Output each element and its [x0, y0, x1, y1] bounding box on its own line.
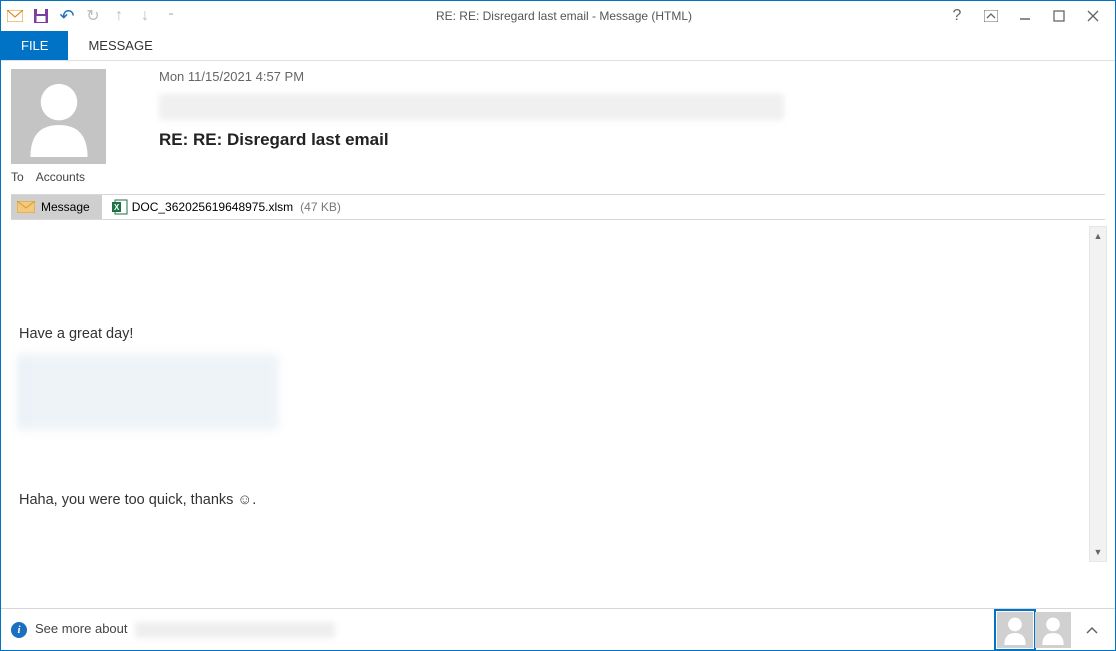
body-wrapper: Have a great day! Haha, you were too qui… [11, 226, 1107, 562]
contact-avatar-1[interactable] [997, 612, 1033, 648]
save-icon[interactable] [31, 6, 51, 26]
email-date: Mon 11/15/2021 4:57 PM [159, 69, 1105, 84]
people-pane-footer: i See more about [1, 608, 1115, 650]
people-pane-right [997, 612, 1105, 648]
quick-access-toolbar: ↶ ↻ ↑ ↓ ⁼ [5, 6, 181, 26]
message-body-tab[interactable]: Message [11, 195, 102, 219]
undo-icon[interactable]: ↶ [57, 6, 77, 26]
attachment-size: (47 KB) [300, 200, 341, 214]
to-value: Accounts [36, 170, 85, 184]
scroll-down-icon[interactable]: ▼ [1090, 543, 1106, 561]
contact-avatar-2[interactable] [1035, 612, 1071, 648]
signature-redacted [19, 354, 279, 430]
see-more-text: See more about [35, 621, 335, 638]
scroll-up-icon[interactable]: ▲ [1090, 227, 1106, 245]
expand-pane-icon[interactable] [1079, 612, 1105, 648]
arrow-up-icon: ↑ [109, 6, 129, 26]
attachment-bar: Message X DOC_362025619648975.xlsm (47 K… [11, 194, 1105, 220]
qat-customize-icon[interactable]: ⁼ [161, 6, 181, 26]
close-icon[interactable] [1083, 6, 1103, 26]
svg-text:X: X [114, 203, 120, 212]
title-bar: ↶ ↻ ↑ ↓ ⁼ RE: RE: Disregard last email -… [1, 1, 1115, 31]
maximize-icon[interactable] [1049, 6, 1069, 26]
attachment-item[interactable]: X DOC_362025619648975.xlsm (47 KB) [102, 195, 351, 219]
help-icon[interactable]: ? [947, 6, 967, 26]
sender-avatar [11, 69, 106, 164]
see-more-label: See more about [35, 621, 128, 636]
envelope-icon [17, 201, 35, 213]
body-text-line: Haha, you were too quick, thanks ☺. [19, 492, 1099, 508]
arrow-down-icon: ↓ [135, 6, 155, 26]
tab-file-label: FILE [21, 38, 48, 53]
tab-message[interactable]: MESSAGE [68, 31, 172, 60]
message-header: To Accounts Mon 11/15/2021 4:57 PM RE: R… [1, 61, 1115, 188]
redo-icon[interactable]: ↻ [83, 6, 103, 26]
email-subject: RE: RE: Disregard last email [159, 130, 1105, 150]
scrollbar[interactable]: ▲ ▼ [1089, 226, 1107, 562]
sender-redacted [159, 94, 784, 120]
window-title: RE: RE: Disregard last email - Message (… [181, 9, 947, 23]
message-tab-label: Message [41, 200, 90, 214]
email-body: Have a great day! Haha, you were too qui… [11, 226, 1107, 562]
window-controls: ? [947, 6, 1111, 26]
to-label: To [11, 170, 24, 184]
tab-message-label: MESSAGE [88, 38, 152, 53]
see-more-redacted [135, 622, 335, 638]
mail-icon[interactable] [5, 6, 25, 26]
ribbon-display-icon[interactable] [981, 6, 1001, 26]
tab-file[interactable]: FILE [1, 31, 68, 60]
ribbon-tabs: FILE MESSAGE [1, 31, 1115, 61]
info-icon: i [11, 622, 27, 638]
recipients-row: To Accounts [11, 170, 85, 184]
excel-icon: X [112, 199, 128, 215]
header-info: Mon 11/15/2021 4:57 PM RE: RE: Disregard… [111, 69, 1105, 184]
minimize-icon[interactable] [1015, 6, 1035, 26]
avatar-column: To Accounts [11, 69, 111, 184]
attachment-filename: DOC_362025619648975.xlsm [132, 200, 293, 214]
body-text-line: Have a great day! [19, 326, 1099, 342]
